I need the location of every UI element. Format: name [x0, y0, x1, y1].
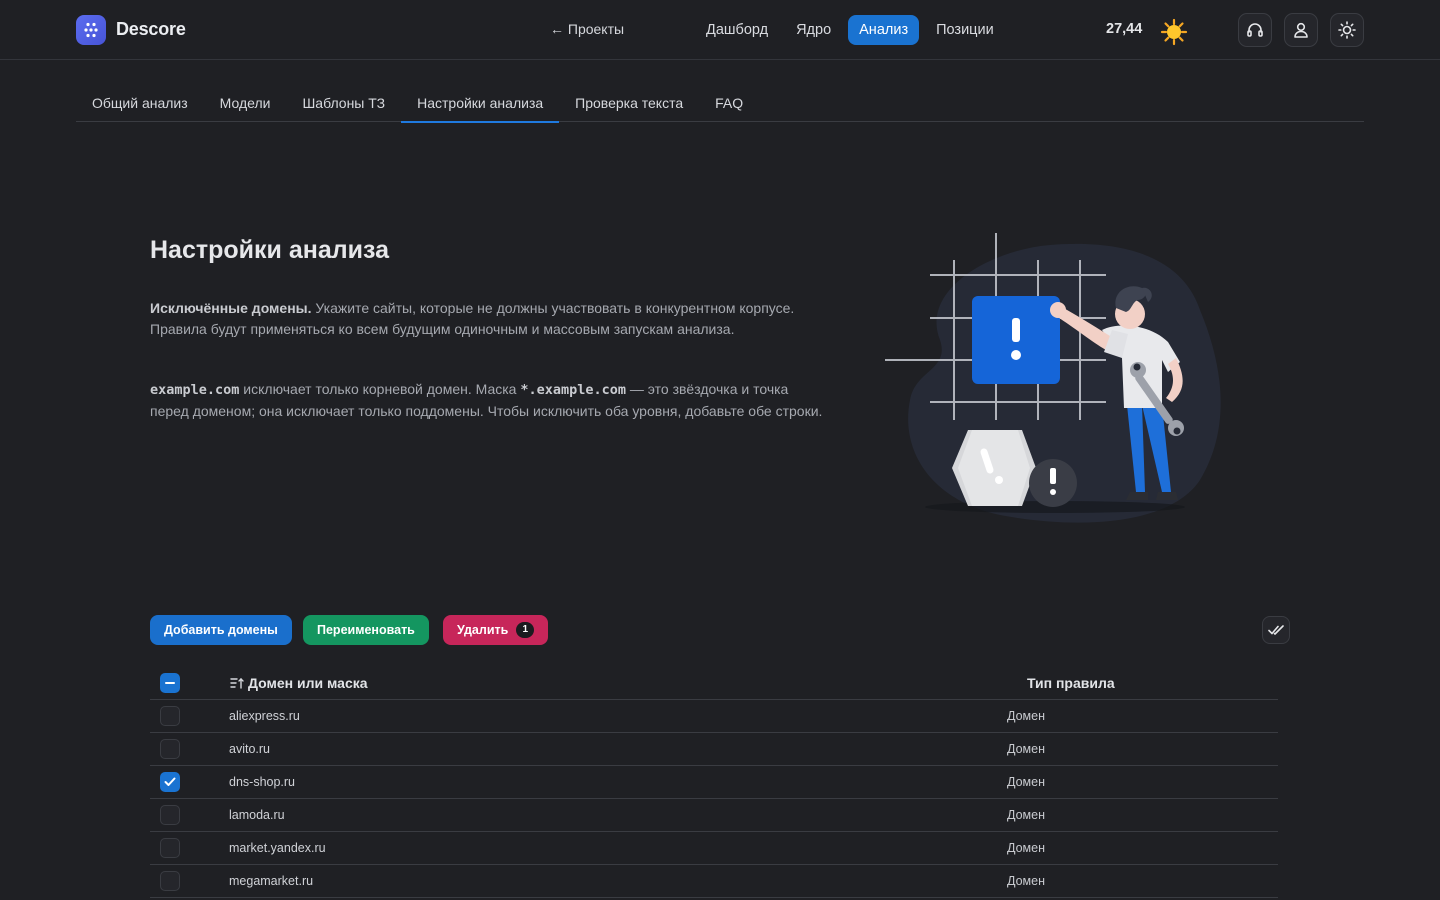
table-row[interactable]: market.yandex.ru Домен: [150, 832, 1278, 865]
delete-label: Удалить: [457, 623, 509, 637]
row-domain: lamoda.ru: [229, 808, 285, 822]
theme-toggle-icon: [1338, 21, 1356, 39]
table-row[interactable]: aliexpress.ru Домен: [150, 700, 1278, 733]
table-row[interactable]: dns-shop.ru Домен: [150, 766, 1278, 799]
user-icon: [1294, 22, 1308, 38]
tab-faq[interactable]: FAQ: [699, 84, 759, 122]
row-checkbox[interactable]: [160, 739, 180, 759]
add-domains-label: Добавить домены: [164, 623, 278, 637]
row-rule-type: Домен: [1007, 874, 1046, 888]
delete-button[interactable]: Удалить 1: [443, 615, 549, 645]
app-name[interactable]: Descore: [116, 19, 186, 40]
indeterminate-dash-icon: [165, 682, 175, 684]
excluded-domains-description: Исключённые домены. Укажите сайты, котор…: [150, 298, 830, 339]
row-domain: dns-shop.ru: [229, 775, 296, 789]
nav-item-dashboard[interactable]: Дашборд: [695, 15, 779, 45]
table-row[interactable]: lamoda.ru Домен: [150, 799, 1278, 832]
table-row[interactable]: megamarket.ru Домен: [150, 865, 1278, 898]
tab-text-check[interactable]: Проверка текста: [559, 84, 699, 122]
row-domain: aliexpress.ru: [229, 709, 300, 723]
row-rule-type: Домен: [1007, 808, 1046, 822]
balance-value: 27,44: [1106, 21, 1143, 37]
row-checkbox[interactable]: [160, 772, 180, 792]
table-row[interactable]: avito.ru Домен: [150, 733, 1278, 766]
code-example-mask: *.example.com: [520, 382, 627, 398]
nav-item-positions[interactable]: Позиции: [925, 15, 1005, 45]
row-checkbox[interactable]: [160, 838, 180, 858]
row-domain: avito.ru: [229, 742, 270, 756]
selected-count-badge: 1: [516, 622, 535, 638]
tab-templates[interactable]: Шаблоны ТЗ: [286, 84, 401, 122]
excluded-domains-table: Домен или маска Тип правила aliexpress.r…: [150, 667, 1278, 898]
checkmark-icon: [164, 777, 176, 786]
row-rule-type: Домен: [1007, 841, 1046, 855]
profile-button[interactable]: [1284, 13, 1318, 47]
row-domain: megamarket.ru: [229, 874, 314, 888]
row-checkbox[interactable]: [160, 706, 180, 726]
top-bar: Descore ← Проекты Дашборд Ядро Анализ По…: [0, 0, 1440, 60]
row-rule-type: Домен: [1007, 709, 1046, 723]
column-domain-label: Домен или маска: [248, 675, 368, 691]
tab-models[interactable]: Модели: [204, 84, 287, 122]
nav-item-analysis[interactable]: Анализ: [848, 15, 920, 45]
double-check-icon: [1268, 625, 1284, 635]
analysis-subtabs: Общий анализ Модели Шаблоны ТЗ Настройки…: [76, 84, 1364, 123]
select-all-button[interactable]: [1262, 616, 1290, 644]
row-checkbox[interactable]: [160, 871, 180, 891]
excluded-domains-heading: Исключённые домены.: [150, 300, 312, 316]
back-to-projects-link[interactable]: ← Проекты: [550, 21, 624, 37]
column-header-type: Тип правила: [1027, 675, 1115, 691]
column-header-domain[interactable]: Домен или маска: [230, 675, 368, 691]
mask-help-text: example.com исключает только корневой до…: [150, 379, 830, 421]
settings-illustration: [885, 233, 1221, 523]
main-nav: Дашборд Ядро Анализ Позиции: [695, 15, 1005, 45]
headset-icon: [1247, 23, 1263, 37]
tab-general-analysis[interactable]: Общий анализ: [76, 84, 204, 122]
select-all-checkbox[interactable]: [160, 673, 180, 693]
page-title: Настройки анализа: [150, 236, 390, 264]
add-domains-button[interactable]: Добавить домены: [150, 615, 292, 645]
mask-help-part1: исключает только корневой домен. Маска: [239, 381, 521, 397]
rename-label: Переименовать: [317, 623, 415, 637]
logo-icon[interactable]: [76, 15, 106, 45]
theme-toggle-button[interactable]: [1330, 13, 1364, 47]
row-domain: market.yandex.ru: [229, 841, 326, 855]
code-example-domain: example.com: [150, 382, 240, 398]
row-rule-type: Домен: [1007, 775, 1046, 789]
row-checkbox[interactable]: [160, 805, 180, 825]
rename-button[interactable]: Переименовать: [303, 615, 429, 645]
table-header: Домен или маска Тип правила: [150, 667, 1278, 700]
sort-icon: [230, 678, 244, 689]
support-button[interactable]: [1238, 13, 1272, 47]
row-rule-type: Домен: [1007, 742, 1046, 756]
sun-emoji-icon: [1160, 18, 1188, 46]
nav-item-core[interactable]: Ядро: [785, 15, 842, 45]
tab-analysis-settings[interactable]: Настройки анализа: [401, 84, 560, 123]
